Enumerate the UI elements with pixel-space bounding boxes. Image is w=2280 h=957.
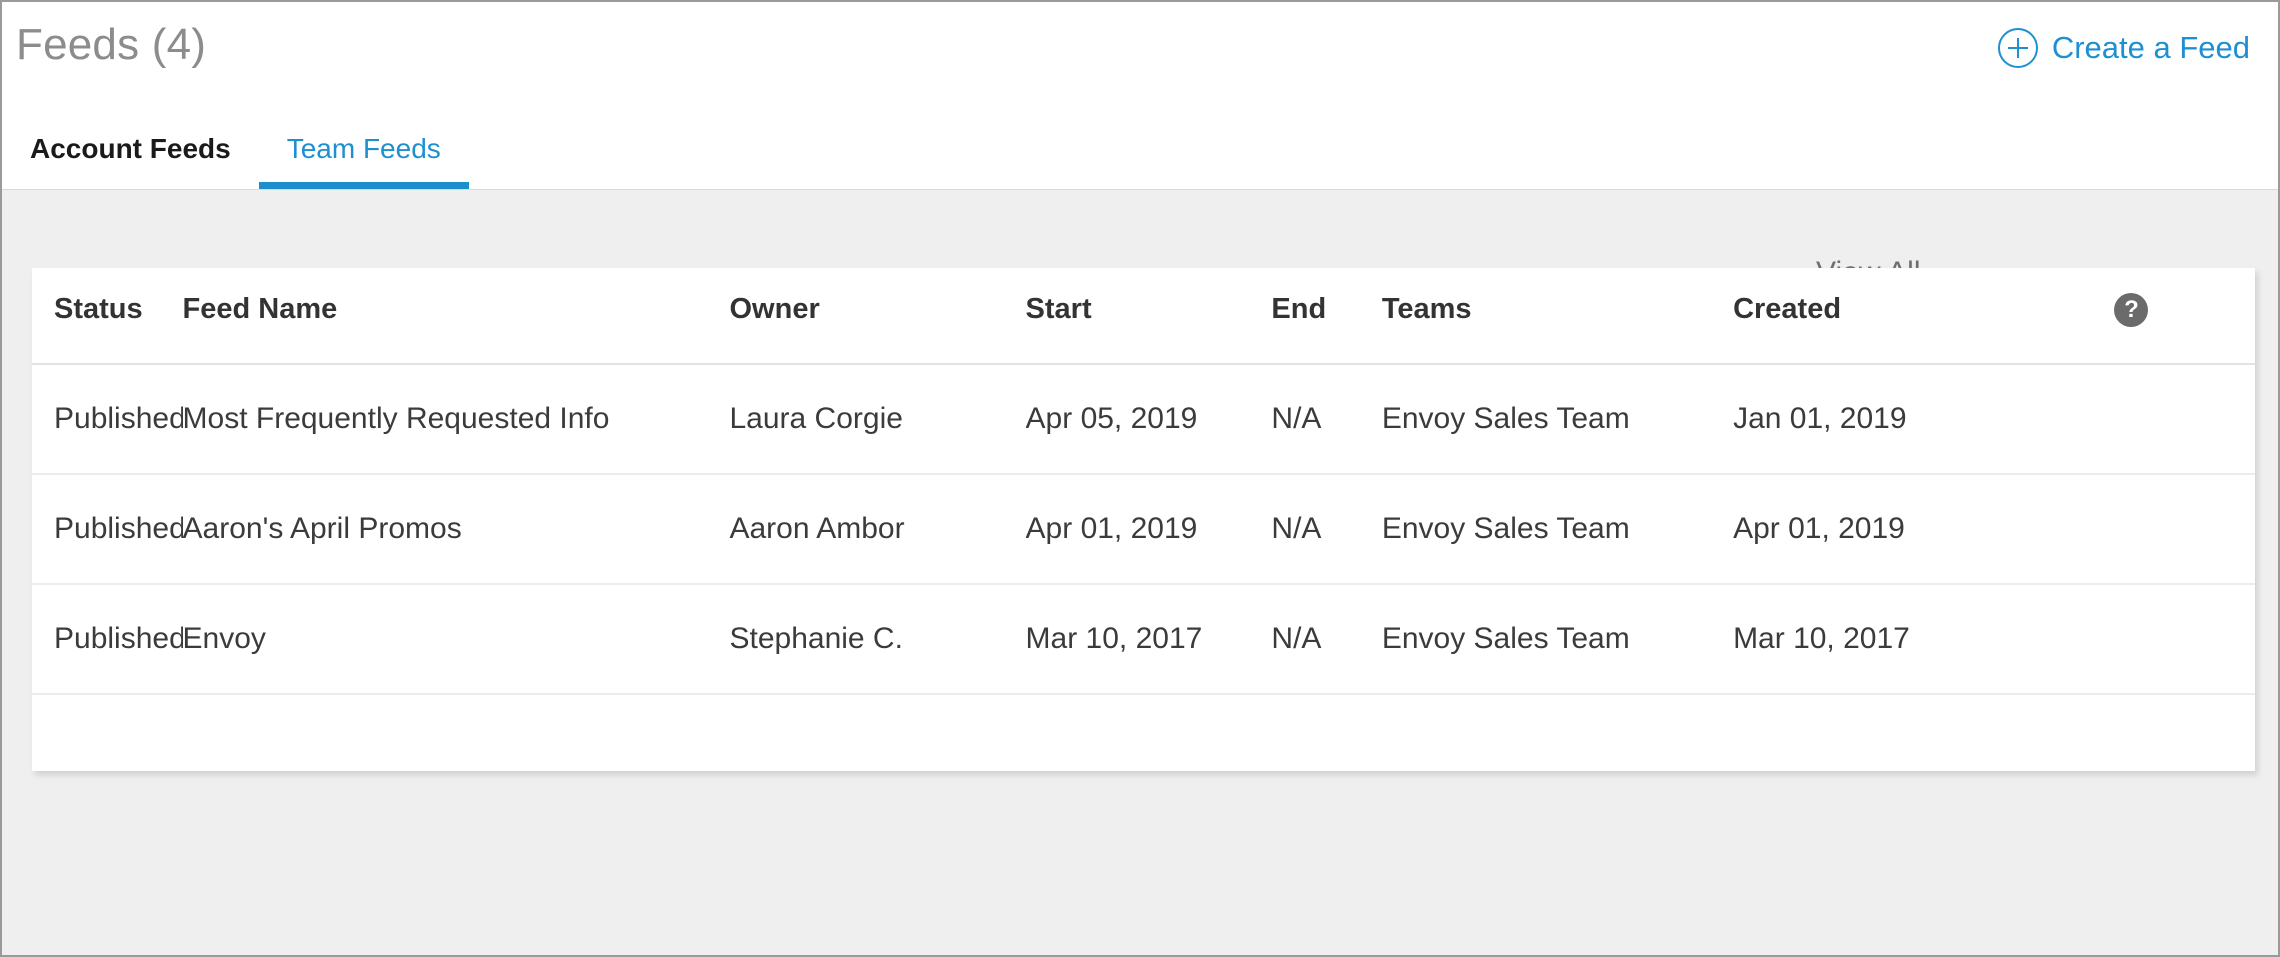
cell-teams-link[interactable]: Envoy Sales Team: [1382, 364, 1733, 474]
cell-end: N/A: [1271, 622, 1322, 655]
help-circle-icon[interactable]: ?: [2114, 293, 2149, 327]
cell-feed-name: Envoy: [182, 622, 266, 655]
cell-start: Mar 10, 2017: [1025, 622, 1203, 655]
tab-account-feeds-label: Account Feeds: [30, 133, 231, 164]
cell-teams-link[interactable]: Envoy Sales Team: [1382, 474, 1733, 584]
cell-start: Apr 01, 2019: [1025, 512, 1198, 545]
cell-teams-link[interactable]: Envoy Sales Team: [1382, 584, 1733, 694]
cell-end: N/A: [1271, 512, 1322, 545]
table-row[interactable]: Published Most Frequently Requested Info…: [32, 364, 2255, 474]
cell-start: Apr 05, 2019: [1025, 402, 1198, 435]
column-header-start[interactable]: Start: [1026, 268, 1272, 364]
cell-actions: [2114, 364, 2255, 474]
table-row[interactable]: Published Aaron's April Promos Aaron Amb…: [32, 474, 2255, 584]
cell-actions: [2114, 474, 2255, 584]
tab-team-feeds[interactable]: Team Feeds: [258, 133, 469, 189]
create-feed-label: Create a Feed: [2051, 30, 2250, 65]
cell-feed-name: Most Frequently Requested Info: [182, 402, 610, 435]
cell-feed-name: Aaron's April Promos: [182, 512, 462, 545]
column-header-created[interactable]: Created: [1733, 268, 2114, 364]
page-body: View All Status Feed Name Owner Start En…: [2, 191, 2278, 955]
table-header-row: Status Feed Name Owner Start End Teams C…: [32, 268, 2255, 364]
feeds-table: Status Feed Name Owner Start End Teams C…: [32, 268, 2255, 695]
column-header-teams[interactable]: Teams: [1382, 268, 1733, 364]
cell-created: Apr 01, 2019: [1733, 512, 1905, 545]
plus-circle-icon: [1997, 28, 2038, 68]
cell-owner-link[interactable]: Aaron Ambor: [729, 474, 1025, 584]
column-header-status[interactable]: Status: [32, 268, 183, 364]
tab-account-feeds[interactable]: Account Feeds: [2, 135, 259, 189]
column-header-owner[interactable]: Owner: [729, 268, 1025, 364]
feeds-page: Feeds (4) Create a Feed Account Feeds Te…: [0, 0, 2280, 957]
create-feed-button[interactable]: Create a Feed: [1997, 28, 2250, 68]
table-row[interactable]: Published Envoy Stephanie C. Mar 10, 201…: [32, 584, 2255, 694]
feeds-table-card: Status Feed Name Owner Start End Teams C…: [32, 268, 2255, 771]
cell-end: N/A: [1271, 402, 1322, 435]
cell-actions: [2114, 584, 2255, 694]
tab-bar: Account Feeds Team Feeds: [2, 101, 469, 189]
page-title: Feeds (4): [16, 20, 207, 69]
column-header-help: ?: [2114, 268, 2255, 364]
cell-status: Published: [54, 622, 183, 655]
cell-owner-link[interactable]: Stephanie C.: [729, 584, 1025, 694]
cell-status: Published: [54, 512, 183, 545]
cell-created: Mar 10, 2017: [1733, 622, 1910, 655]
column-header-feed-name[interactable]: Feed Name: [183, 268, 730, 364]
cell-status: Published: [54, 402, 183, 435]
page-header: Feeds (4) Create a Feed Account Feeds Te…: [2, 2, 2278, 190]
feeds-table-body: Published Most Frequently Requested Info…: [32, 364, 2255, 694]
tab-team-feeds-label: Team Feeds: [286, 133, 441, 164]
cell-owner-link[interactable]: Laura Corgie: [729, 364, 1025, 474]
column-header-end[interactable]: End: [1271, 268, 1381, 364]
cell-created: Jan 01, 2019: [1733, 402, 1907, 435]
feeds-table-head: Status Feed Name Owner Start End Teams C…: [32, 268, 2255, 364]
